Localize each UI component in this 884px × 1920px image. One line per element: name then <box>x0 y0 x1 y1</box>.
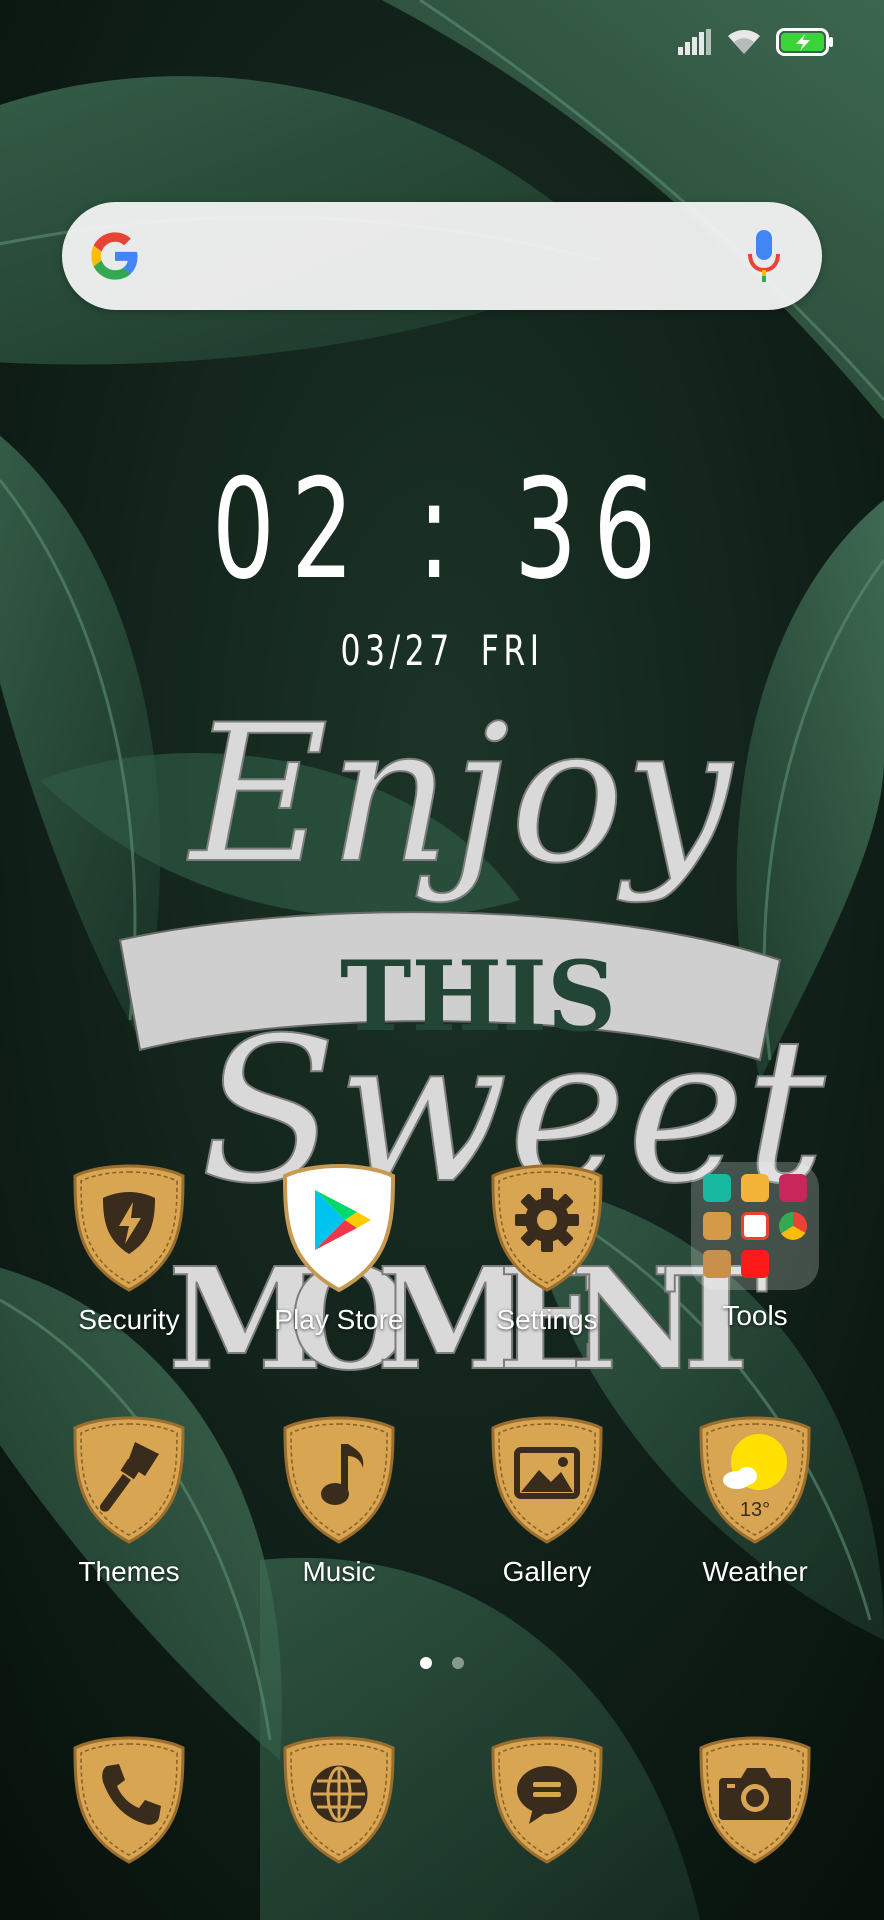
app-play-store[interactable]: Play Store <box>244 1162 434 1336</box>
google-g-icon <box>91 232 138 280</box>
clock-date[interactable]: 03/27 FRI <box>111 626 774 675</box>
status-bar <box>678 22 834 62</box>
folder-icon <box>691 1162 819 1290</box>
wifi-icon <box>728 30 760 54</box>
mini-app-icon <box>779 1212 807 1240</box>
app-label: Security <box>78 1304 180 1335</box>
camera-icon <box>699 1736 811 1864</box>
dock-phone[interactable] <box>34 1734 224 1866</box>
sun-cloud-icon: 13° <box>699 1416 811 1544</box>
mini-app-icon <box>741 1212 769 1240</box>
app-gallery[interactable]: Gallery <box>452 1414 642 1588</box>
play-store-icon <box>282 1163 396 1293</box>
mini-app-icon <box>741 1250 769 1278</box>
app-label: Weather <box>702 1556 808 1587</box>
music-note-icon <box>283 1416 395 1544</box>
app-themes[interactable]: Themes <box>34 1414 224 1588</box>
app-label: Play Store <box>274 1304 404 1335</box>
app-label: Tools <box>722 1300 788 1331</box>
quote-line-enjoy: Enjoy <box>187 684 734 905</box>
mini-app-icon <box>779 1174 807 1202</box>
weekday-text: FRI <box>480 626 544 675</box>
mini-app-icon <box>703 1250 731 1278</box>
clock-time[interactable]: 02 : 36 <box>124 455 760 605</box>
chat-bubble-icon <box>491 1736 603 1864</box>
app-label: Gallery <box>502 1556 592 1587</box>
app-music[interactable]: Music <box>244 1414 434 1588</box>
image-icon <box>491 1416 603 1544</box>
mini-app-icon <box>703 1174 731 1202</box>
app-weather[interactable]: 13° Weather <box>660 1414 850 1588</box>
app-security[interactable]: Security <box>34 1162 224 1336</box>
weather-temperature: 13° <box>740 1499 770 1521</box>
paintbrush-icon <box>73 1416 185 1544</box>
battery-charging-icon <box>776 28 833 56</box>
mini-app-icon <box>703 1212 731 1240</box>
app-settings[interactable]: Settings <box>452 1162 642 1336</box>
date-text: 03/27 <box>340 626 454 675</box>
microphone-icon[interactable] <box>746 228 782 284</box>
dock-camera[interactable] <box>660 1734 850 1866</box>
signal-bars-icon <box>678 29 711 55</box>
app-label: Settings <box>496 1304 598 1335</box>
mini-app-icon <box>741 1174 769 1202</box>
gear-icon <box>491 1164 603 1292</box>
google-search-bar[interactable] <box>62 202 822 310</box>
app-label: Music <box>302 1556 376 1587</box>
app-label: Themes <box>78 1556 180 1587</box>
lightning-shield-icon <box>73 1164 185 1292</box>
dock-messages[interactable] <box>452 1734 642 1866</box>
page-indicator[interactable] <box>0 1657 884 1669</box>
page-dot-active[interactable] <box>420 1657 432 1669</box>
phone-icon <box>73 1736 185 1864</box>
page-dot[interactable] <box>452 1657 464 1669</box>
dock-browser[interactable] <box>244 1734 434 1866</box>
app-folder-tools[interactable]: Tools <box>660 1162 850 1332</box>
globe-icon <box>283 1736 395 1864</box>
